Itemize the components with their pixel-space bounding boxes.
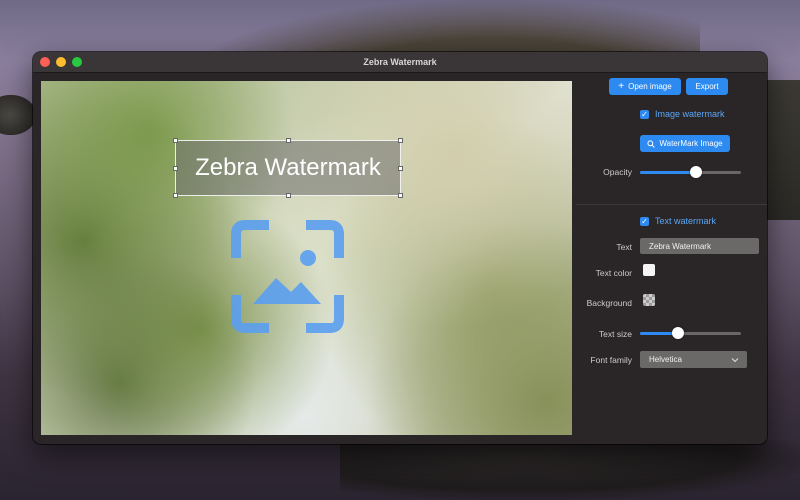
opacity-label: Opacity xyxy=(603,167,632,177)
divider xyxy=(576,204,767,205)
text-color-label: Text color xyxy=(595,268,632,278)
check-icon[interactable]: ✓ xyxy=(640,109,649,119)
watermark-text-value: Zebra Watermark xyxy=(649,241,711,251)
slider-knob[interactable] xyxy=(689,166,702,178)
background-label: Background xyxy=(586,298,632,308)
app-window: Zebra Watermark Zebra Watermark + Open i… xyxy=(33,52,767,444)
open-image-button[interactable]: + Open image xyxy=(609,78,681,95)
check-icon[interactable]: ✓ xyxy=(640,216,649,226)
text-label: Text xyxy=(616,242,632,252)
resize-handle[interactable] xyxy=(398,166,403,171)
resize-handle[interactable] xyxy=(398,193,403,198)
resize-handle[interactable] xyxy=(286,193,291,198)
watermark-image-label: WaterMark Image xyxy=(659,139,723,148)
plus-icon: + xyxy=(618,80,625,92)
desktop-shore xyxy=(340,440,800,500)
open-image-label: Open image xyxy=(628,82,672,91)
chevron-down-icon xyxy=(731,357,739,362)
window-title: Zebra Watermark xyxy=(363,57,437,67)
text-watermark-label: Text watermark xyxy=(655,216,717,226)
slider-knob[interactable] xyxy=(672,327,685,339)
desktop-rock xyxy=(764,80,800,220)
resize-handle[interactable] xyxy=(398,138,403,143)
opacity-slider[interactable] xyxy=(640,166,741,178)
text-watermark-toggle[interactable]: ✓ Text watermark xyxy=(640,216,716,226)
minimize-button[interactable] xyxy=(56,57,66,67)
slider-fill xyxy=(640,171,696,174)
font-family-label: Font family xyxy=(590,355,632,365)
resize-handle[interactable] xyxy=(173,138,178,143)
image-icon[interactable] xyxy=(231,220,344,333)
text-size-label: Text size xyxy=(598,329,632,339)
close-button[interactable] xyxy=(40,57,50,67)
font-family-select[interactable]: Helvetica xyxy=(640,351,747,368)
font-family-value: Helvetica xyxy=(649,355,682,364)
watermark-text: Zebra Watermark xyxy=(195,154,381,181)
watermark-image-button[interactable]: WaterMark Image xyxy=(640,135,730,152)
export-label: Export xyxy=(695,82,719,91)
desktop-rock xyxy=(0,95,36,135)
settings-panel: + Open image Export ✓ Image watermark Wa… xyxy=(576,72,767,444)
text-size-slider[interactable] xyxy=(640,327,741,339)
text-color-swatch[interactable] xyxy=(643,264,655,276)
resize-handle[interactable] xyxy=(286,138,291,143)
window-controls xyxy=(40,57,82,67)
image-watermark-label: Image watermark xyxy=(655,109,725,119)
image-watermark-toggle[interactable]: ✓ Image watermark xyxy=(640,109,725,119)
resize-handle[interactable] xyxy=(173,193,178,198)
background-color-swatch[interactable] xyxy=(643,294,655,306)
title-bar: Zebra Watermark xyxy=(33,52,767,73)
watermark-text-field[interactable]: Zebra Watermark xyxy=(640,238,759,254)
resize-handle[interactable] xyxy=(173,166,178,171)
maximize-button[interactable] xyxy=(72,57,82,67)
image-canvas[interactable]: Zebra Watermark xyxy=(41,81,572,435)
search-icon xyxy=(647,139,656,148)
text-watermark-box[interactable]: Zebra Watermark xyxy=(173,138,403,198)
export-button[interactable]: Export xyxy=(686,78,728,95)
